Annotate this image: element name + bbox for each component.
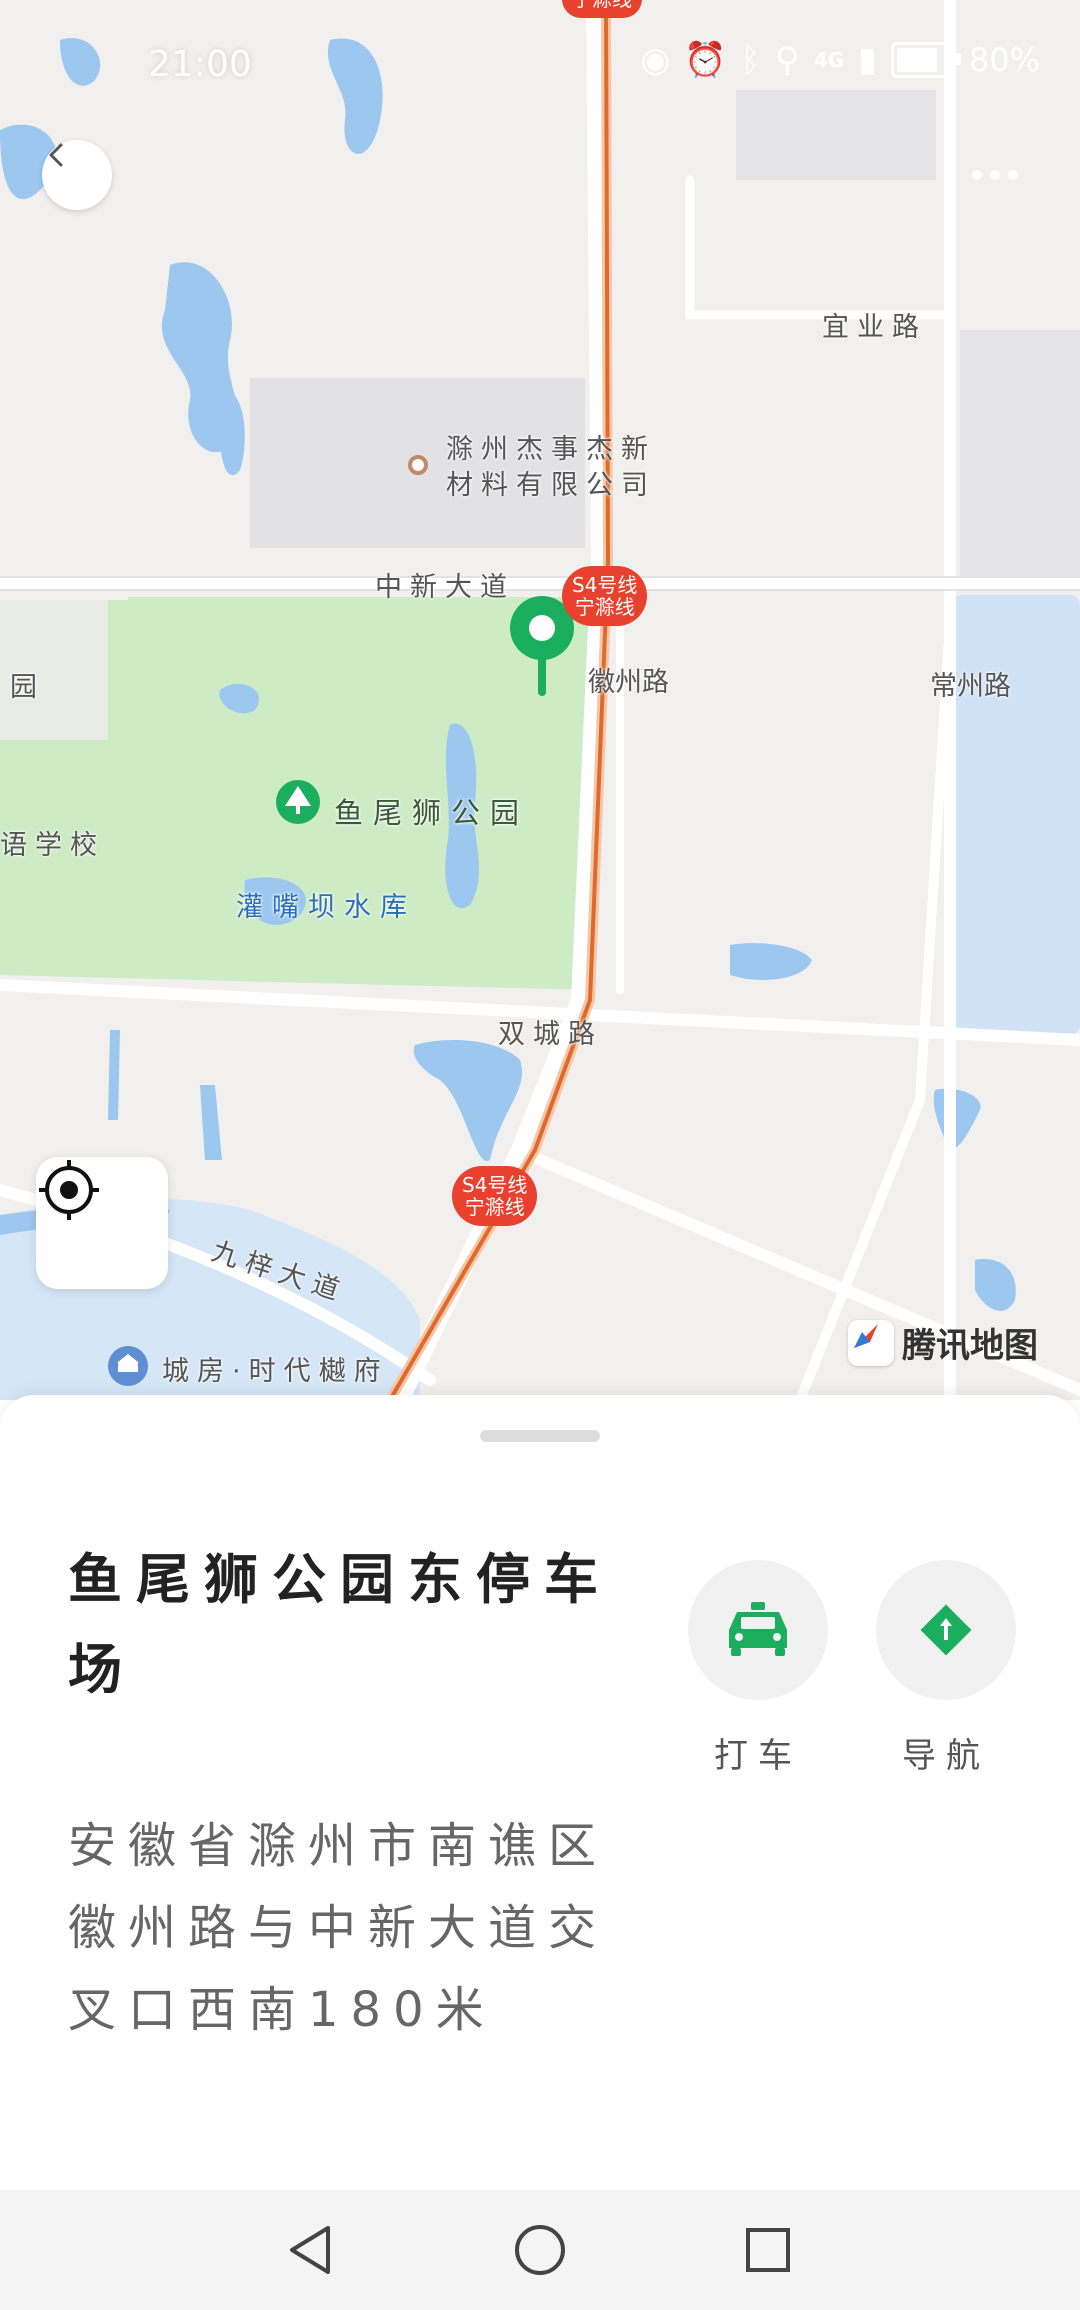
alarm-icon: ⏰ <box>684 40 727 80</box>
status-time: 21:00 <box>148 44 252 85</box>
map-view[interactable]: 宜业路 中新大道 徽州路 常州路 双城路 九梓大道 滁州杰事杰新材料有限公司 鱼… <box>0 0 1080 1400</box>
back-button[interactable] <box>42 140 112 210</box>
crosshair-icon <box>39 1160 99 1220</box>
taxi-button[interactable]: 打车 <box>688 1560 828 1777</box>
nav-recent-button[interactable] <box>738 2220 798 2280</box>
poi-label-park[interactable]: 鱼尾狮公园 <box>334 790 529 832</box>
poi-label-housing[interactable]: 城房·时代樾府 <box>162 1354 389 1390</box>
more-dot-icon <box>972 170 982 180</box>
park-tree-icon <box>276 780 320 824</box>
poi-label-garden[interactable]: 园 <box>10 670 45 706</box>
road-label-shuangcheng: 双城路 <box>498 1019 603 1050</box>
drag-handle[interactable] <box>480 1430 600 1442</box>
eye-icon: ◉ <box>640 40 671 80</box>
home-circle-icon <box>515 2225 565 2275</box>
network-type: 4G <box>813 48 845 72</box>
more-options-button[interactable] <box>960 150 1030 200</box>
navigate-label: 导航 <box>902 1736 990 1776</box>
road-label-huizhou: 徽州路 <box>588 666 669 700</box>
nav-home-button[interactable] <box>510 2220 570 2280</box>
road-label-zhongxin: 中新大道 <box>375 572 515 603</box>
status-bar: 21:00 ◉ ⏰ ᛒ ⚲ 4G ▮ 80% <box>0 0 1080 130</box>
location-icon: ⚲ <box>774 40 800 80</box>
taxi-label: 打车 <box>714 1736 802 1776</box>
navigate-button[interactable]: 导航 <box>876 1560 1016 1777</box>
road-label-changzhou: 常州路 <box>930 670 1011 704</box>
building-block <box>960 330 1080 580</box>
metro-station-badge[interactable]: S4号线 宁滁线 <box>452 1166 538 1226</box>
status-icons: ◉ ⏰ ᛒ ⚲ 4G ▮ 80% <box>640 40 1040 80</box>
battery-percent: 80% <box>968 41 1040 79</box>
poi-label-school[interactable]: 语学校 <box>0 828 105 864</box>
more-dot-icon <box>1008 170 1018 180</box>
signal-icon: ▮ <box>858 40 877 80</box>
map-brand-name: 腾讯地图 <box>902 1326 1038 1366</box>
poi-dot <box>408 455 428 475</box>
road-label-yiye: 宜业路 <box>822 312 927 343</box>
place-address: 安徽省滁州市南谯区徽州路与中新大道交叉口西南180米 <box>68 1818 609 2038</box>
metro-line-number: S4号线 <box>572 573 638 597</box>
chevron-left-icon <box>49 143 63 167</box>
water-area <box>952 595 1080 1035</box>
battery-icon <box>890 42 961 78</box>
back-triangle-icon <box>290 2226 330 2274</box>
poi-label-reservoir[interactable]: 灌嘴坝水库 <box>236 885 416 924</box>
map-brand: 腾讯地图 <box>848 1318 1038 1367</box>
metro-station-badge[interactable]: S4号线 宁滁线 <box>562 566 648 626</box>
locate-me-button[interactable] <box>36 1157 168 1289</box>
poi-label-company[interactable]: 滁州杰事杰新材料有限公司 <box>446 432 666 504</box>
system-nav-bar <box>0 2190 1080 2310</box>
bluetooth-icon: ᛒ <box>740 40 761 80</box>
place-detail-sheet[interactable]: 鱼尾狮公园东停车场 打车 导航 安徽省滁州市南谯区徽州路与中新大道交叉口西南18… <box>0 1395 1080 2190</box>
tencent-map-logo-icon <box>848 1319 894 1366</box>
place-title: 鱼尾狮公园东停车场 <box>68 1548 612 1701</box>
more-dot-icon <box>990 170 1000 180</box>
metro-line-name: 宁滁线 <box>574 595 635 619</box>
metro-line-number: S4号线 <box>462 1173 528 1197</box>
recent-square-icon <box>746 2228 790 2272</box>
taxi-circle[interactable] <box>688 1560 828 1700</box>
metro-line-name: 宁滁线 <box>464 1195 525 1219</box>
navigation-arrow-icon <box>920 1604 972 1656</box>
navigate-circle[interactable] <box>876 1560 1016 1700</box>
housing-icon <box>108 1346 148 1386</box>
taxi-icon <box>729 1602 787 1656</box>
nav-back-button[interactable] <box>280 2220 340 2280</box>
